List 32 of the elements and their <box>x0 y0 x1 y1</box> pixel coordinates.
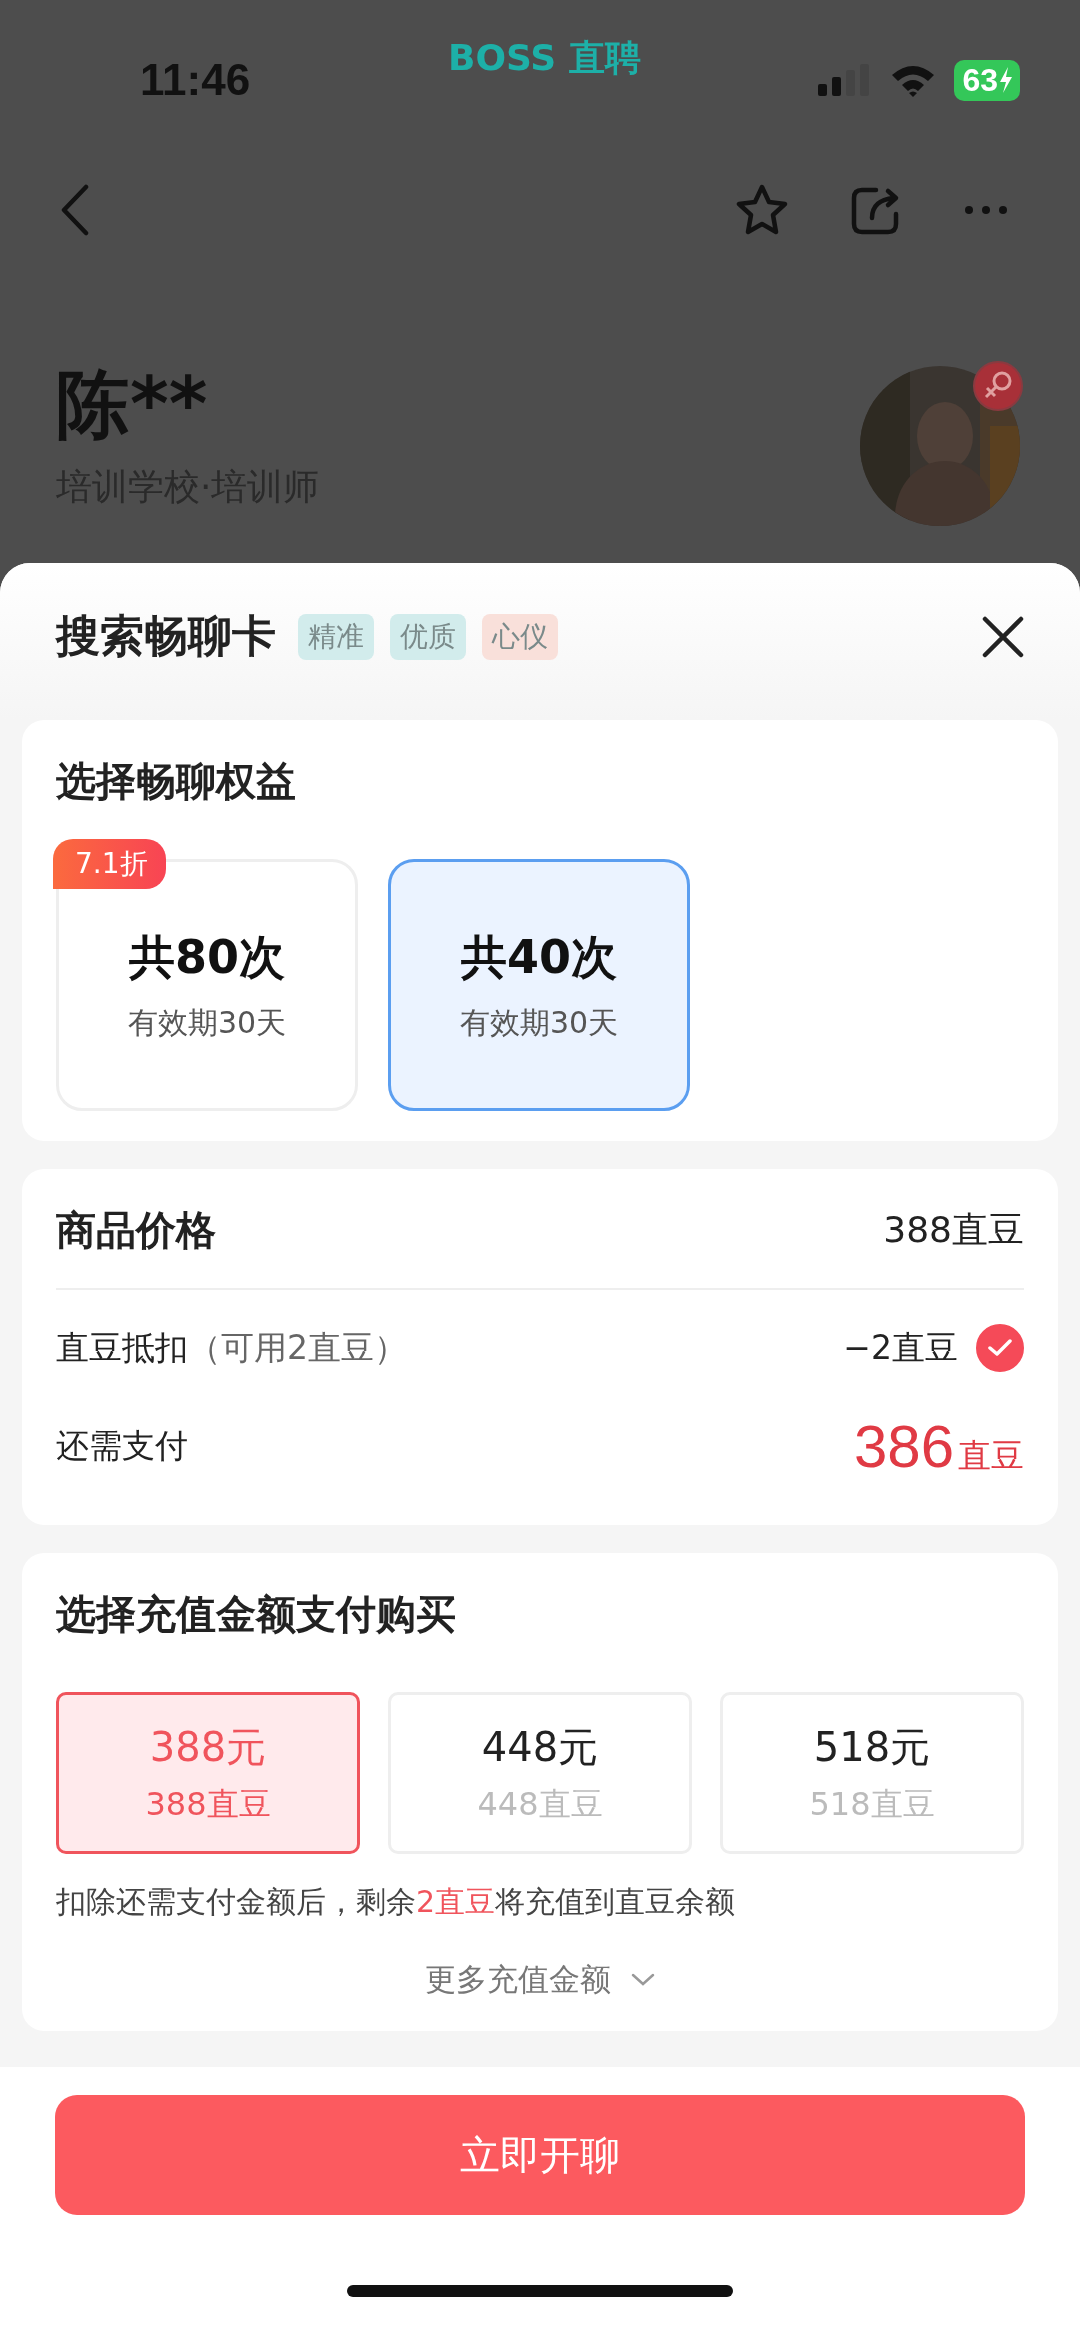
star-icon[interactable] <box>734 183 790 237</box>
price-value: 388直豆 <box>883 1208 1024 1252</box>
more-icon[interactable] <box>964 205 1008 215</box>
check-icon <box>988 1339 1012 1357</box>
deduction-value: −2直豆 <box>843 1326 958 1369</box>
back-icon[interactable] <box>60 184 90 236</box>
due-label: 还需支付 <box>56 1425 188 1467</box>
tag: 优质 <box>390 613 466 660</box>
discount-badge: 7.1折 <box>53 839 166 889</box>
candidate-name: 陈** <box>56 360 209 449</box>
due-amount: 386直豆 <box>853 1412 1024 1481</box>
price-label: 商品价格 <box>56 1206 216 1255</box>
status-time: 11:46 <box>140 55 251 105</box>
chevron-down-icon[interactable] <box>631 1973 655 1987</box>
app-label: BOSS 直聘 <box>448 36 641 80</box>
section-heading: 选择畅聊权益 <box>56 757 297 806</box>
charging-bolt-icon <box>998 67 1014 93</box>
plan-option[interactable]: 共40次 有效期30天 <box>388 859 690 1111</box>
tag: 精准 <box>298 613 374 660</box>
battery-level: 63 <box>962 61 998 99</box>
close-icon[interactable] <box>982 615 1024 658</box>
wifi-icon <box>890 63 937 97</box>
female-icon <box>972 360 1024 412</box>
tag: 心仪 <box>482 613 558 660</box>
amount-option[interactable]: 448元 448直豆 <box>388 1692 692 1854</box>
section-heading: 选择充值金额支付购买 <box>56 1590 457 1639</box>
amount-option[interactable]: 518元 518直豆 <box>720 1692 1024 1854</box>
checkbox[interactable] <box>976 1324 1024 1372</box>
sheet-title: 搜索畅聊卡 <box>56 609 276 663</box>
deduction-label: 直豆抵扣（可用2直豆） <box>56 1326 407 1369</box>
recharge-note: 扣除还需支付金额后，剩余2直豆将充值到直豆余额 <box>56 1883 737 1921</box>
more-amounts-link[interactable]: 更多充值金额 <box>425 1959 611 2001</box>
